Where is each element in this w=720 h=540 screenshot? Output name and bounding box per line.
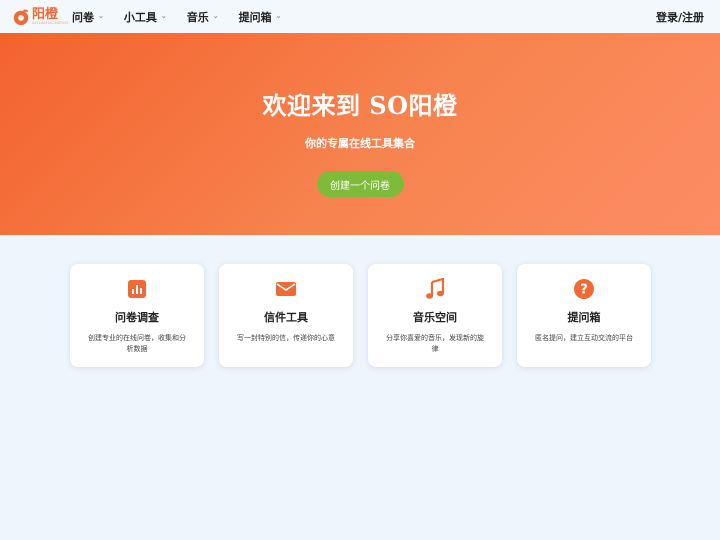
hero-title: 欢迎来到 SO阳橙	[262, 91, 458, 120]
question-circle-icon: ?	[573, 278, 595, 300]
card-description: 分享你喜爱的音乐，发现新的旋律	[386, 334, 484, 354]
brand-tagline: SOYANGCHENG	[32, 20, 69, 25]
brand-logo-icon	[13, 9, 29, 25]
card-survey[interactable]: 问卷调查 创建专业的在线问卷，收集和分析数据	[70, 264, 204, 367]
menu-item-label: 小工具	[123, 10, 157, 24]
card-title: 音乐空间	[413, 311, 457, 324]
music-note-icon	[424, 278, 446, 300]
feature-cards: 问卷调查 创建专业的在线问卷，收集和分析数据 信件工具 写一封特别的信，传递你的…	[0, 264, 720, 367]
hero-subtitle: 你的专属在线工具集合	[305, 137, 415, 150]
main-menu: 问卷 ⌄ 小工具 ⌄ 音乐 ⌄ 提问箱 ⌄	[72, 9, 282, 25]
menu-item-music[interactable]: 音乐 ⌄	[187, 9, 219, 25]
card-description: 写一封特别的信，传递你的心意	[237, 334, 335, 342]
menu-item-label: 问卷	[72, 10, 94, 24]
menu-item-questionbox[interactable]: 提问箱 ⌄	[239, 9, 282, 25]
login-register-link[interactable]: 登录/注册	[656, 9, 708, 25]
card-title: 提问箱	[567, 311, 601, 324]
card-description: 创建专业的在线问卷，收集和分析数据	[88, 334, 186, 354]
chevron-down-icon: ⌄	[98, 11, 104, 20]
card-questionbox[interactable]: ? 提问箱 匿名提问，建立互动交流的平台	[517, 264, 651, 367]
card-music[interactable]: 音乐空间 分享你喜爱的音乐，发现新的旋律	[368, 264, 502, 367]
envelope-icon	[275, 278, 297, 300]
card-letter[interactable]: 信件工具 写一封特别的信，传递你的心意	[219, 264, 353, 367]
chevron-down-icon: ⌄	[275, 11, 282, 20]
create-survey-button[interactable]: 创建一个问卷	[316, 171, 404, 197]
chevron-down-icon: ⌄	[160, 11, 167, 20]
chevron-down-icon: ⌄	[212, 11, 219, 20]
brand-logo[interactable]: 阳橙 SOYANGCHENG	[12, 8, 72, 26]
bar-chart-icon	[126, 278, 148, 300]
menu-item-survey[interactable]: 问卷 ⌄	[72, 9, 104, 25]
card-description: 匿名提问，建立互动交流的平台	[535, 334, 633, 342]
menu-item-tools[interactable]: 小工具 ⌄	[124, 9, 167, 25]
menu-item-label: 提问箱	[238, 10, 272, 24]
menu-item-label: 音乐	[186, 10, 209, 24]
svg-text:?: ?	[580, 283, 588, 298]
card-title: 信件工具	[264, 311, 308, 324]
hero-banner: 欢迎来到 SO阳橙 你的专属在线工具集合 创建一个问卷	[0, 33, 720, 235]
top-nav: 阳橙 SOYANGCHENG 问卷 ⌄ 小工具 ⌄ 音乐 ⌄ 提问箱 ⌄ 登录/…	[0, 0, 720, 33]
card-title: 问卷调查	[115, 311, 159, 324]
